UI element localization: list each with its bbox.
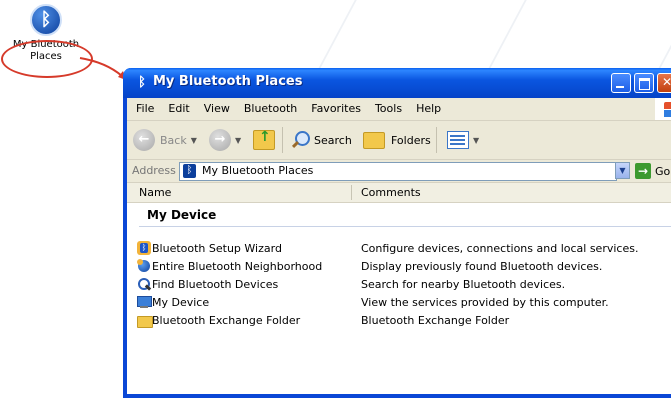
address-label: Address bbox=[132, 164, 176, 177]
menu-help[interactable]: Help bbox=[409, 98, 448, 120]
back-label: Back bbox=[160, 133, 187, 147]
item-comment: Bluetooth Exchange Folder bbox=[361, 314, 510, 327]
list-item[interactable]: ᛒ Bluetooth Setup Wizard Configure devic… bbox=[127, 240, 671, 258]
column-header: Name Comments bbox=[127, 183, 671, 203]
chevron-down-icon: ▼ bbox=[190, 135, 197, 145]
bluetooth-icon: ᛒ bbox=[30, 4, 62, 36]
go-button[interactable]: → Go bbox=[635, 162, 670, 180]
item-name: Bluetooth Setup Wizard bbox=[152, 242, 282, 255]
address-input[interactable]: ᛒ My Bluetooth Places bbox=[179, 162, 617, 181]
list-item[interactable]: Bluetooth Exchange Folder Bluetooth Exch… bbox=[127, 312, 671, 330]
chevron-down-icon: ▼ bbox=[473, 135, 480, 145]
folders-label: Folders bbox=[391, 133, 431, 147]
forward-button[interactable]: → ▼ bbox=[209, 126, 241, 154]
item-name: My Device bbox=[152, 296, 210, 309]
folder-icon bbox=[137, 313, 153, 328]
address-bar: Address ᛒ My Bluetooth Places ▼ → Go bbox=[127, 160, 671, 183]
go-arrow-icon: → bbox=[635, 163, 651, 179]
up-folder-button[interactable]: ↑ bbox=[253, 126, 275, 154]
menu-file[interactable]: File bbox=[127, 98, 161, 120]
menu-view[interactable]: View bbox=[197, 98, 237, 120]
windows-logo-icon bbox=[655, 98, 671, 120]
minimize-button[interactable] bbox=[611, 73, 631, 93]
bluetooth-icon: ᛒ bbox=[183, 164, 196, 178]
list-item[interactable]: Find Bluetooth Devices Search for nearby… bbox=[127, 276, 671, 294]
menu-bluetooth[interactable]: Bluetooth bbox=[237, 98, 304, 120]
bluetooth-icon: ᛒ bbox=[138, 75, 146, 90]
item-comment: View the services provided by this compu… bbox=[361, 296, 609, 309]
item-comment: Display previously found Bluetooth devic… bbox=[361, 260, 603, 273]
close-button[interactable] bbox=[657, 73, 671, 93]
back-button[interactable]: ← Back ▼ bbox=[133, 126, 197, 154]
address-value: My Bluetooth Places bbox=[202, 164, 314, 177]
toolbar-separator bbox=[436, 127, 437, 153]
chevron-down-icon: ▼ bbox=[235, 135, 242, 145]
neighborhood-icon bbox=[137, 259, 151, 273]
title-bar[interactable]: ᛒ My Bluetooth Places bbox=[123, 68, 671, 98]
menu-bar: File Edit View Bluetooth Favorites Tools Help bbox=[127, 98, 671, 121]
my-device-icon bbox=[137, 295, 152, 309]
item-name: Entire Bluetooth Neighborhood bbox=[152, 260, 323, 273]
address-dropdown-button[interactable]: ▼ bbox=[615, 162, 630, 179]
menu-favorites[interactable]: Favorites bbox=[304, 98, 368, 120]
toolbar-separator bbox=[282, 127, 283, 153]
item-comment: Configure devices, connections and local… bbox=[361, 242, 639, 255]
search-icon bbox=[291, 131, 310, 149]
folders-button[interactable]: Folders bbox=[363, 126, 431, 154]
list-item[interactable]: My Device View the services provided by … bbox=[127, 294, 671, 312]
menu-tools[interactable]: Tools bbox=[368, 98, 409, 120]
file-list: Name Comments My Device ᛒ Bluetooth Setu… bbox=[127, 183, 671, 394]
folders-icon bbox=[363, 131, 385, 149]
toolbar: ← Back ▼ → ▼ ↑ Search Folders ▼ bbox=[127, 121, 671, 160]
list-item[interactable]: Entire Bluetooth Neighborhood Display pr… bbox=[127, 258, 671, 276]
column-comments-header[interactable]: Comments bbox=[361, 186, 421, 199]
item-name: Find Bluetooth Devices bbox=[152, 278, 279, 291]
item-name: Bluetooth Exchange Folder bbox=[152, 314, 301, 327]
window-title: My Bluetooth Places bbox=[153, 74, 303, 89]
group-heading: My Device bbox=[147, 208, 217, 222]
find-devices-icon bbox=[137, 277, 152, 291]
up-folder-icon: ↑ bbox=[253, 129, 275, 150]
group-divider bbox=[139, 226, 671, 227]
menu-edit[interactable]: Edit bbox=[161, 98, 196, 120]
search-label: Search bbox=[314, 133, 352, 147]
views-icon bbox=[447, 131, 469, 149]
setup-wizard-icon: ᛒ bbox=[137, 241, 151, 255]
back-arrow-icon: ← bbox=[133, 129, 155, 151]
maximize-button[interactable] bbox=[634, 73, 654, 93]
item-comment: Search for nearby Bluetooth devices. bbox=[361, 278, 566, 291]
search-button[interactable]: Search bbox=[291, 126, 352, 154]
column-name-header[interactable]: Name bbox=[139, 186, 171, 199]
views-button[interactable]: ▼ bbox=[447, 126, 479, 154]
explorer-window: ᛒ My Bluetooth Places FileEditViewBlueto… bbox=[123, 68, 671, 398]
forward-arrow-icon: → bbox=[209, 129, 231, 151]
go-label: Go bbox=[655, 164, 671, 178]
column-divider[interactable] bbox=[351, 185, 352, 200]
